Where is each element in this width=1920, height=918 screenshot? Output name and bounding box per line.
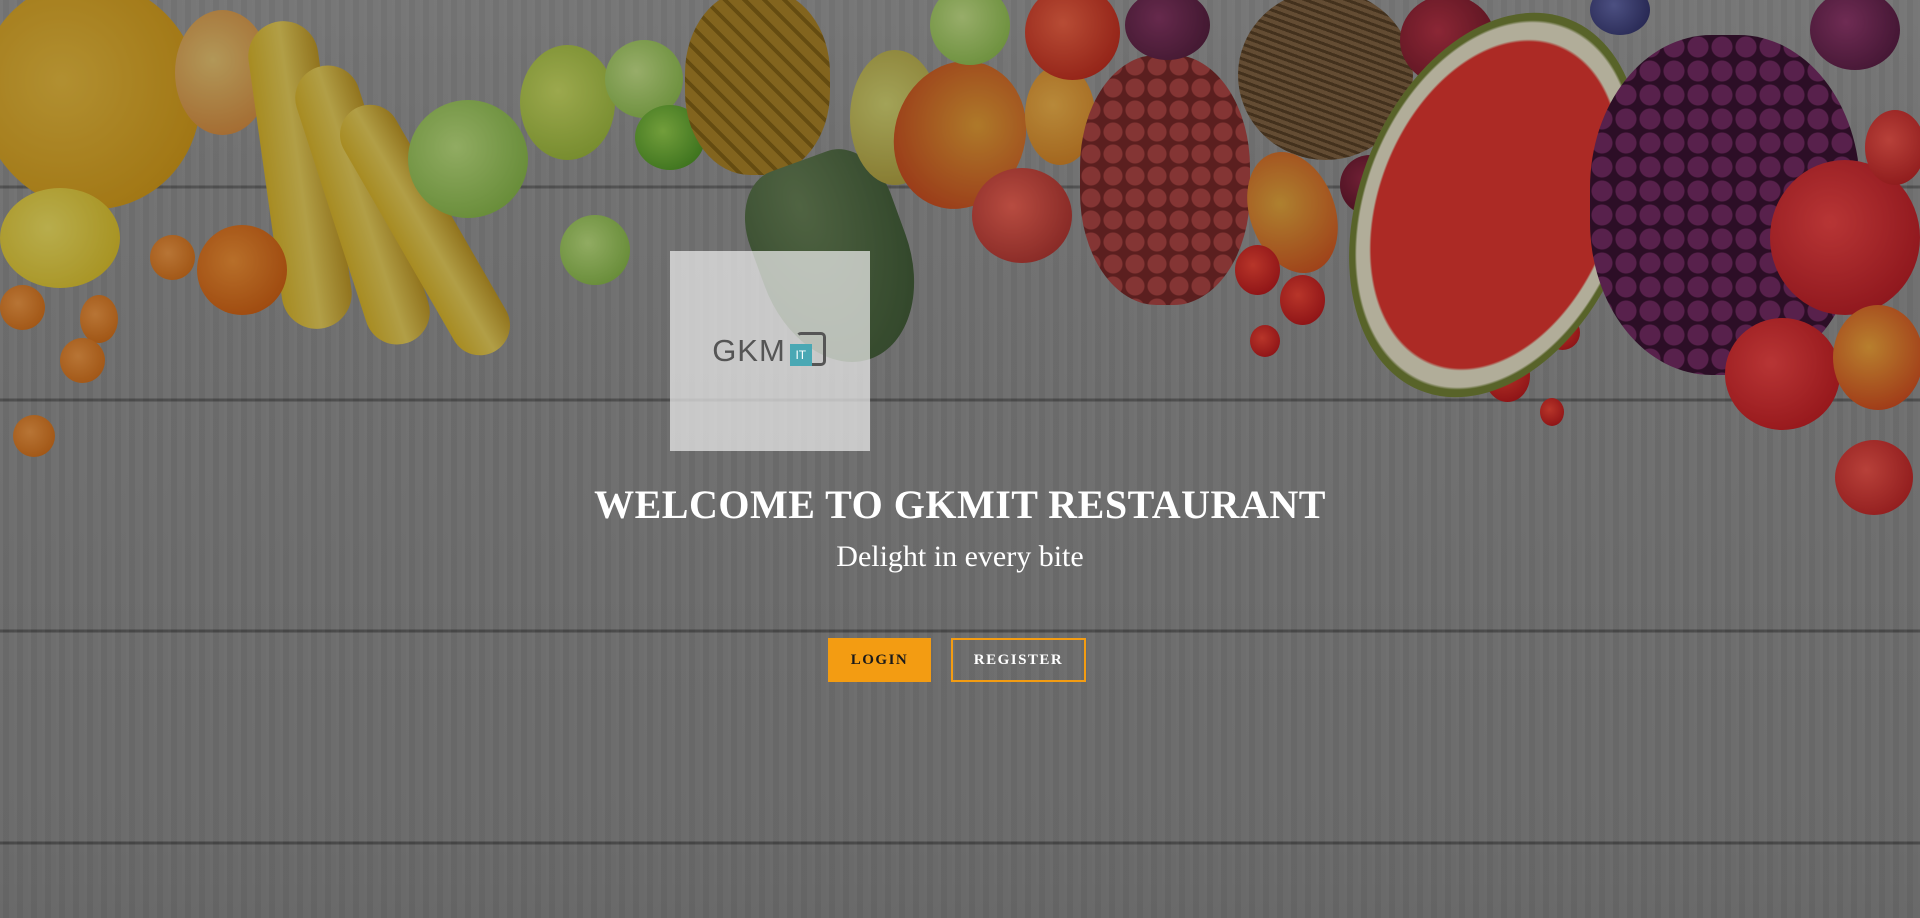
logo-icon: IT bbox=[789, 332, 828, 370]
logo-mark: GKM IT bbox=[712, 332, 828, 370]
login-button[interactable]: LOGIN bbox=[828, 638, 931, 682]
hero-section: GKM IT WELCOME TO GKMIT RESTAURANT Delig… bbox=[0, 0, 1920, 918]
register-button[interactable]: REGISTER bbox=[951, 638, 1086, 682]
logo-badge: IT bbox=[789, 344, 812, 366]
logo: GKM IT bbox=[670, 251, 870, 451]
auth-actions: LOGIN REGISTER bbox=[0, 638, 1920, 682]
page-subtitle: Delight in every bite bbox=[836, 540, 1084, 573]
page-title: WELCOME TO GKMIT RESTAURANT bbox=[594, 482, 1326, 527]
logo-text: GKM bbox=[712, 333, 786, 368]
